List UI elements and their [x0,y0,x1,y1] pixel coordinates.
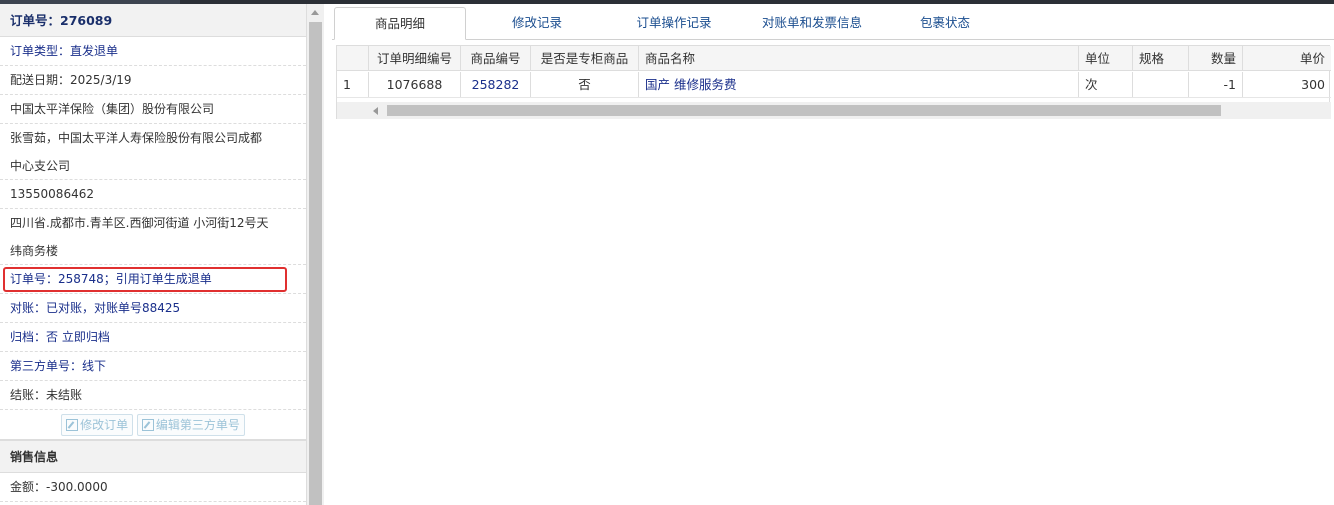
order-type-label: 订单类型： [10,44,71,58]
left-panel-scrollbar[interactable] [307,4,324,505]
header-product-name[interactable]: 商品名称 [639,46,1079,71]
unit-price-cell: 300 [1301,77,1325,92]
edit-icon [141,419,154,431]
header-unit[interactable]: 单位 [1079,46,1133,71]
header-spec[interactable]: 规格 [1133,46,1189,71]
header-unit-price[interactable]: 单价 [1243,46,1331,71]
scrollbar-thumb[interactable] [309,22,322,505]
spec-cell [1133,72,1189,97]
ref-order-row: 订单号：258748；引用订单生成退单 [0,265,306,294]
order-title: 订单号：276089 [0,4,306,37]
third-party-label: 第三方单号： [10,359,83,373]
address: 四川省.成都市.青羊区.西御河街道 小河街12号天 纬商务楼 [0,209,306,265]
edit-order-label: 修改订单 [80,418,129,432]
product-id-link[interactable]: 258282 [461,72,531,97]
reconcile-info: 对账：已对账，对账单号88425 [0,294,306,323]
tab-reconcile-invoice[interactable]: 对账单和发票信息 [742,7,882,40]
tab-change-log[interactable]: 修改记录 [482,7,592,40]
edit-third-party-label: 编辑第三方单号 [155,418,240,432]
action-buttons: 修改订单 编辑第三方单号 [0,410,306,440]
third-party-value: 线下 [82,359,107,373]
contact-line-2: 中心支公司 [10,159,71,173]
quantity-cell: -1 [1189,72,1243,97]
detail-id-cell: 1076688 [369,72,461,97]
tab-package-status[interactable]: 包裹状态 [900,7,990,40]
header-detail-id[interactable]: 订单明细编号 [369,46,461,71]
tab-product-detail[interactable]: 商品明细 [334,7,466,40]
delivery-date: 配送日期：2025/3/19 [0,66,306,95]
header-quantity[interactable]: 数量 [1189,46,1243,71]
edit-third-party-button[interactable]: 编辑第三方单号 [136,414,245,436]
highlight-box [3,267,287,292]
edit-order-button[interactable]: 修改订单 [61,414,134,436]
order-info-panel: 订单号：276089 订单类型：直发退单 配送日期：2025/3/19 中国太平… [0,4,307,505]
sales-section-title: 销售信息 [0,440,306,473]
detail-area: 商品明细 修改记录 订单操作记录 对账单和发票信息 包裹状态 订单明细编号 商品… [332,4,1334,505]
product-table: 订单明细编号 商品编号 是否是专柜商品 商品名称 单位 规格 数量 单价 1 1… [336,45,1331,119]
settlement-status: 结账：未结账 [0,381,306,410]
unit-cell: 次 [1079,72,1133,97]
counter-product-cell: 否 [531,72,639,97]
order-type-value: 直发退单 [70,44,119,58]
horizontal-scrollbar-thumb[interactable] [387,105,1221,116]
scroll-up-icon[interactable] [311,10,319,15]
order-type: 订单类型：直发退单 [0,37,306,66]
row-index: 1 [337,72,369,97]
tab-operation-log[interactable]: 订单操作记录 [614,7,734,40]
address-line-2: 纬商务楼 [10,244,59,258]
scroll-left-icon[interactable] [373,107,378,115]
table-horizontal-scrollbar[interactable] [337,102,1331,119]
table-row[interactable]: 1 1076688 258282 否 国产 维修服务费 次 -1 300 [337,72,1331,98]
address-line-1: 四川省.成都市.青羊区.西御河街道 小河街12号天 [10,216,269,230]
header-index [337,46,369,71]
header-product-id[interactable]: 商品编号 [461,46,531,71]
header-counter-product[interactable]: 是否是专柜商品 [531,46,639,71]
archive-label: 归档： [10,330,47,344]
contact-info: 张雪茹，中国太平洋人寿保险股份有限公司成都 中心支公司 [0,124,306,180]
phone-number: 13550086462 [0,180,306,209]
company-name: 中国太平洋保险（集团）股份有限公司 [0,95,306,124]
tab-bar: 商品明细 修改记录 订单操作记录 对账单和发票信息 包裹状态 [332,7,1334,40]
contact-line-1: 张雪茹，中国太平洋人寿保险股份有限公司成都 [10,131,263,145]
table-header: 订单明细编号 商品编号 是否是专柜商品 商品名称 单位 规格 数量 单价 [337,46,1331,71]
archive-info: 归档：否 立即归档 [0,323,306,352]
edit-icon [66,419,79,431]
archive-link[interactable]: 否 立即归档 [46,330,110,344]
third-party-info: 第三方单号：线下 [0,352,306,381]
amount: 金额：-300.0000 [0,473,306,502]
product-name-link[interactable]: 国产 维修服务费 [639,72,1079,97]
